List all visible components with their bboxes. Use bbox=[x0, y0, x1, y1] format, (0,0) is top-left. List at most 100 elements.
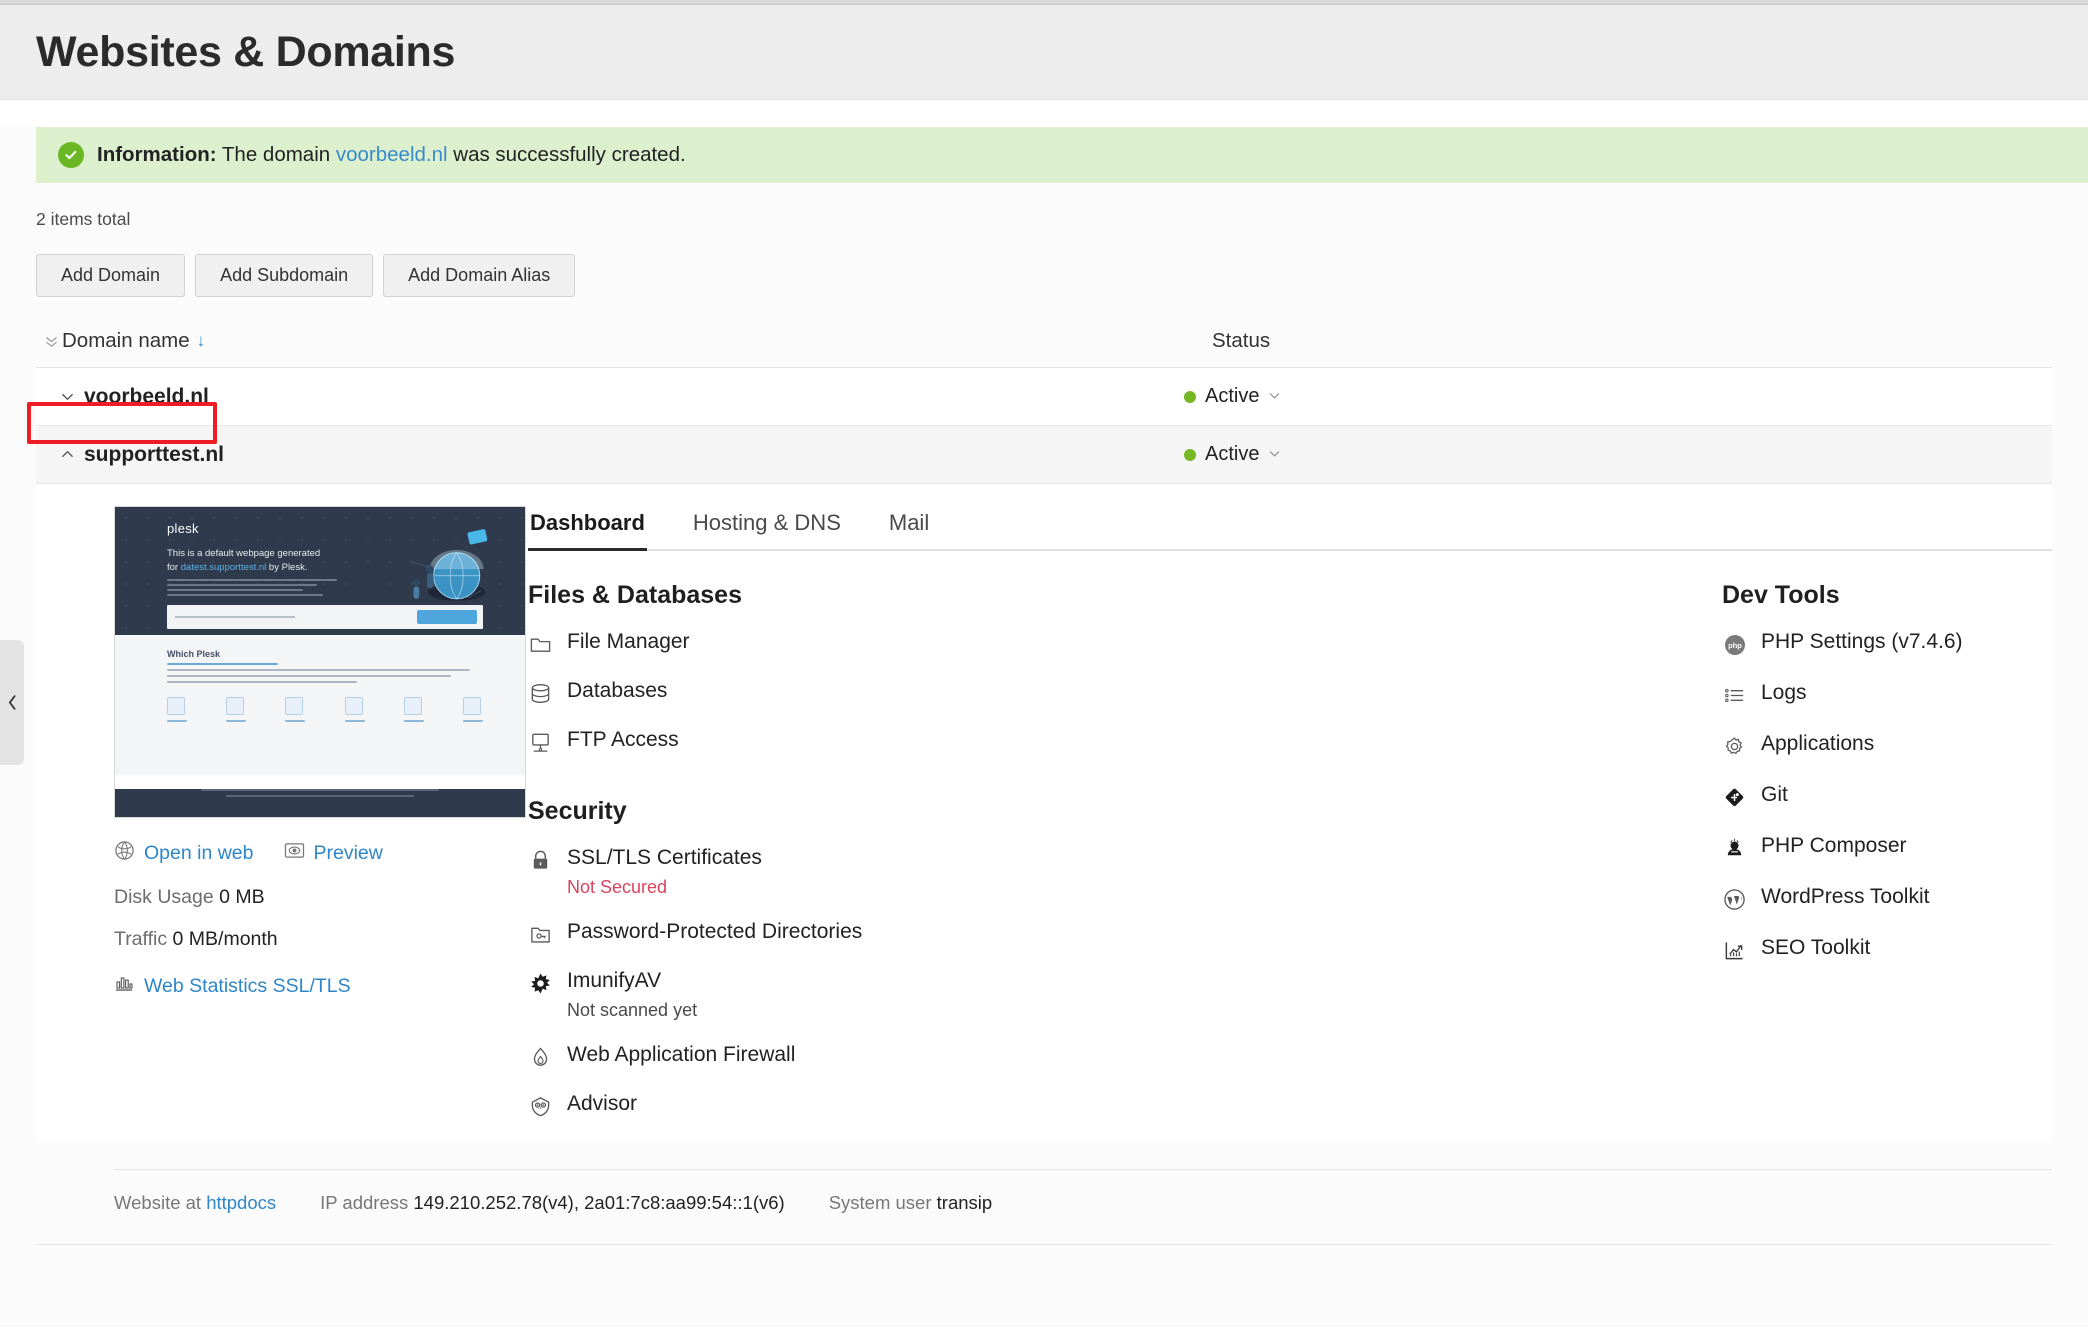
preview-label: Preview bbox=[313, 842, 383, 864]
chevron-left-icon bbox=[8, 695, 16, 710]
info-banner-domain-link[interactable]: voorbeeld.nl bbox=[336, 143, 448, 166]
ftp-access-item[interactable]: FTP Access bbox=[528, 728, 1722, 755]
ip-address-value: 149.210.252.78(v4), 2a01:7c8:aa99:54::1(… bbox=[413, 1192, 785, 1214]
thumbnail-footer bbox=[115, 789, 525, 817]
thumbnail-headline-link: datest.supporttest.nl bbox=[180, 561, 267, 573]
detail-right-column: Dashboard Hosting & DNS Mail Files & Dat… bbox=[506, 506, 2052, 1141]
seo-chart-icon bbox=[1722, 938, 1747, 963]
applications-item[interactable]: Applications bbox=[1722, 732, 2052, 759]
table-row[interactable]: supporttest.nl Active bbox=[36, 425, 2052, 483]
php-icon: php bbox=[1722, 632, 1747, 657]
thumbnail-headline-line2: by Plesk. bbox=[266, 561, 308, 573]
page-header: Websites & Domains bbox=[0, 5, 2088, 100]
imunifyav-text-block: ImunifyAV Not scanned yet bbox=[567, 969, 697, 1021]
imunifyav-status-note: Not scanned yet bbox=[567, 1000, 698, 1021]
web-statistics-link[interactable]: Web Statistics SSL/TLS bbox=[114, 973, 506, 999]
add-domain-alias-button[interactable]: Add Domain Alias bbox=[383, 254, 576, 297]
column-header-domain-name-label: Domain name bbox=[62, 329, 190, 352]
ssl-tls-text-block: SSL/TLS Certificates Not Secured bbox=[567, 846, 762, 898]
imunifyav-label: ImunifyAV bbox=[567, 969, 662, 993]
open-in-web-label: Open in web bbox=[144, 842, 254, 864]
system-user-value: transip bbox=[936, 1192, 993, 1214]
dashboard-panel: Files & Databases File Manager Databases bbox=[528, 581, 2052, 1141]
sidebar-collapse-handle[interactable] bbox=[0, 640, 24, 765]
column-header-domain-name[interactable]: Domain name ↓ bbox=[62, 329, 1212, 353]
table-row[interactable]: voorbeeld.nl Active bbox=[36, 367, 2052, 425]
status-chevron-down-icon[interactable] bbox=[1268, 389, 1281, 405]
web-application-firewall-item[interactable]: Web Application Firewall bbox=[528, 1043, 1722, 1070]
eye-icon bbox=[284, 841, 305, 866]
file-manager-item[interactable]: File Manager bbox=[528, 630, 1722, 657]
bar-chart-icon bbox=[114, 973, 134, 999]
status-label: Active bbox=[1205, 385, 1260, 407]
detail-tabs: Dashboard Hosting & DNS Mail bbox=[528, 506, 2052, 551]
domain-name-voorbeeld[interactable]: voorbeeld.nl bbox=[84, 385, 1184, 409]
php-settings-label: PHP Settings (v7.4.6) bbox=[1761, 630, 1963, 653]
detail-left-column: plesk This is a default webpage generate… bbox=[36, 506, 526, 1141]
add-subdomain-button[interactable]: Add Subdomain bbox=[195, 254, 374, 297]
applications-label: Applications bbox=[1761, 732, 1875, 755]
info-banner-text-after: was successfully created. bbox=[447, 143, 686, 166]
thumbnail-body-lines bbox=[167, 663, 483, 687]
password-protected-directories-label: Password-Protected Directories bbox=[567, 920, 863, 944]
file-manager-label: File Manager bbox=[567, 630, 690, 653]
ftp-access-label: FTP Access bbox=[567, 728, 679, 751]
website-at-value[interactable]: httpdocs bbox=[206, 1192, 276, 1213]
git-icon bbox=[1722, 785, 1747, 810]
globe-icon bbox=[114, 840, 135, 867]
row-collapse-chevron-up-icon[interactable] bbox=[54, 447, 80, 462]
tab-hosting-dns[interactable]: Hosting & DNS bbox=[669, 506, 865, 549]
open-in-web-link[interactable]: Open in web bbox=[114, 840, 254, 867]
thumbnail-body-icons bbox=[167, 697, 483, 722]
add-domain-button[interactable]: Add Domain bbox=[36, 254, 186, 297]
databases-item[interactable]: Databases bbox=[528, 679, 1722, 706]
thumbnail-globe-illustration bbox=[410, 529, 488, 601]
web-statistics-label: Web Statistics SSL/TLS bbox=[144, 974, 351, 997]
column-header-status[interactable]: Status bbox=[1212, 329, 2052, 353]
disk-usage-value: 0 MB bbox=[219, 886, 265, 908]
expand-all-icon[interactable] bbox=[36, 334, 62, 349]
thumbnail-placeholder-lines bbox=[167, 579, 337, 599]
thumbnail-body: Which Plesk bbox=[115, 635, 525, 775]
password-protected-directories-item[interactable]: Password-Protected Directories bbox=[528, 920, 1722, 947]
advisor-item[interactable]: Advisor bbox=[528, 1092, 1722, 1119]
status-badge[interactable]: Active bbox=[1184, 443, 1281, 466]
tab-mail[interactable]: Mail bbox=[865, 506, 953, 549]
seo-toolkit-item[interactable]: SEO Toolkit bbox=[1722, 936, 2052, 963]
disk-usage-label: Disk Usage bbox=[114, 886, 214, 908]
site-thumbnail[interactable]: plesk This is a default webpage generate… bbox=[114, 506, 526, 818]
logs-label: Logs bbox=[1761, 681, 1807, 704]
logs-item[interactable]: Logs bbox=[1722, 681, 2052, 708]
wordpress-toolkit-label: WordPress Toolkit bbox=[1761, 885, 1930, 908]
preview-link[interactable]: Preview bbox=[284, 841, 383, 866]
composer-icon bbox=[1722, 836, 1747, 861]
wordpress-toolkit-item[interactable]: WordPress Toolkit bbox=[1722, 885, 2052, 912]
flame-icon bbox=[528, 1045, 553, 1070]
tab-dashboard[interactable]: Dashboard bbox=[528, 506, 669, 551]
website-at-label: Website at bbox=[114, 1192, 202, 1214]
git-item[interactable]: Git bbox=[1722, 783, 2052, 810]
php-composer-item[interactable]: PHP Composer bbox=[1722, 834, 2052, 861]
folder-key-icon bbox=[528, 922, 553, 947]
php-settings-item[interactable]: php PHP Settings (v7.4.6) bbox=[1722, 630, 2052, 657]
traffic-stat: Traffic 0 MB/month bbox=[114, 928, 506, 951]
system-user-label: System user bbox=[828, 1192, 932, 1214]
status-dot-icon bbox=[1184, 448, 1196, 461]
row-expand-chevron-down-icon[interactable] bbox=[54, 389, 80, 404]
domain-name-supporttest[interactable]: supporttest.nl bbox=[84, 443, 1184, 467]
ssl-tls-certificates-item[interactable]: SSL/TLS Certificates Not Secured bbox=[528, 846, 1722, 898]
sort-direction-icon[interactable]: ↓ bbox=[197, 331, 206, 351]
toolbar: Add Domain Add Subdomain Add Domain Alia… bbox=[36, 254, 2052, 297]
card-bottom-divider bbox=[36, 1244, 2052, 1246]
thumbnail-plesk-logo: plesk bbox=[167, 521, 199, 536]
php-composer-label: PHP Composer bbox=[1761, 834, 1907, 857]
ip-address-label: IP address bbox=[320, 1192, 409, 1214]
status-chevron-down-icon[interactable] bbox=[1268, 447, 1281, 463]
info-banner: Information: The domain voorbeeld.nl was… bbox=[36, 127, 2088, 183]
thumbnail-body-title: Which Plesk bbox=[167, 649, 221, 659]
dev-tools-column: Dev Tools php PHP Settings (v7.4.6) Logs bbox=[1722, 581, 2052, 1141]
imunifyav-item[interactable]: ImunifyAV Not scanned yet bbox=[528, 969, 1722, 1021]
owl-icon bbox=[528, 1094, 553, 1119]
status-badge[interactable]: Active bbox=[1184, 385, 1281, 408]
thumbnail-hero: plesk This is a default webpage generate… bbox=[115, 507, 525, 635]
